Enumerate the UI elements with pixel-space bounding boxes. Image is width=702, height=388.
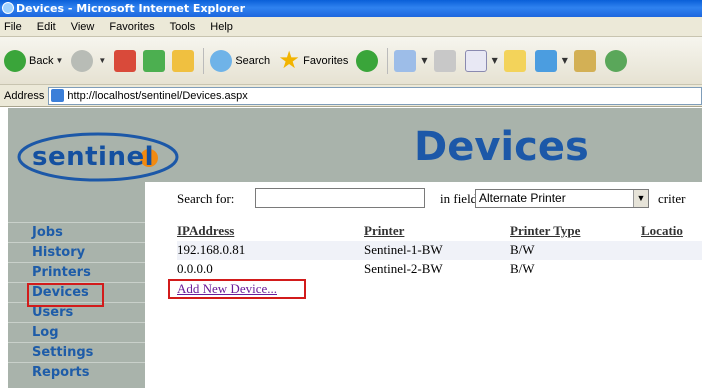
cell-ipaddress: 0.0.0.0 — [177, 261, 213, 276]
internet-explorer-icon — [2, 2, 14, 14]
search-input[interactable] — [255, 188, 425, 208]
sentinel-logo: sentinel — [16, 131, 181, 183]
menu-help[interactable]: Help — [210, 21, 233, 33]
cell-printer-type: B/W — [510, 242, 535, 257]
messenger-icon[interactable] — [534, 49, 557, 72]
column-header-location[interactable]: Locatio — [641, 223, 683, 239]
messenger-dropdown-icon[interactable]: ▼ — [562, 56, 568, 65]
menu-tools[interactable]: Tools — [170, 21, 196, 33]
sidebar-item-jobs[interactable]: Jobs — [8, 222, 145, 242]
toolbar-separator — [387, 47, 389, 74]
address-bar: Address http://localhost/sentinel/Device… — [0, 85, 702, 107]
criteria-label: criter — [658, 191, 686, 206]
edit-dropdown-icon[interactable]: ▼ — [492, 56, 498, 65]
sidebar-item-devices[interactable]: Devices — [8, 282, 145, 307]
menu-file[interactable]: File — [4, 21, 22, 33]
page-content: sentinel Devices Jobs History Printers D… — [0, 108, 702, 388]
devices-table: IPAddress Printer Printer Type Locatio 1… — [177, 222, 702, 279]
toolbar-separator — [203, 47, 205, 74]
page-icon — [51, 89, 65, 102]
address-url: http://localhost/sentinel/Devices.aspx — [67, 89, 248, 102]
add-new-device-link[interactable]: Add New Device... — [168, 279, 306, 299]
window-titlebar[interactable]: Devices - Microsoft Internet Explorer — [0, 0, 702, 17]
address-label: Address — [4, 89, 45, 102]
search-label: Search — [235, 54, 271, 67]
edit-icon[interactable] — [464, 49, 487, 72]
cell-printer-type: B/W — [510, 261, 535, 276]
menu-edit[interactable]: Edit — [37, 21, 56, 33]
sidebar-item-log[interactable]: Log — [8, 322, 145, 342]
window-title: Devices - Microsoft Internet Explorer — [16, 2, 246, 15]
menu-view[interactable]: View — [71, 21, 95, 33]
field-select-value: Alternate Printer — [479, 191, 566, 205]
column-header-ipaddress[interactable]: IPAddress — [177, 223, 234, 239]
column-header-printer[interactable]: Printer — [364, 223, 404, 239]
star-icon: ★ — [278, 46, 300, 74]
stop-icon[interactable] — [114, 49, 137, 72]
favorites-label: Favorites — [303, 54, 349, 67]
sidebar-nav: Jobs History Printers Devices Users Log … — [8, 222, 145, 382]
chevron-down-icon[interactable]: ▼ — [633, 190, 648, 207]
table-row[interactable]: 0.0.0.0 Sentinel-2-BW B/W — [177, 260, 702, 279]
field-select[interactable]: Alternate Printer ▼ — [475, 189, 649, 208]
people-icon[interactable] — [604, 49, 627, 72]
forward-button[interactable]: ▼ — [71, 49, 106, 72]
sidebar-item-reports[interactable]: Reports — [8, 362, 145, 382]
table-row[interactable]: 192.168.0.81 Sentinel-1-BW B/W — [177, 241, 702, 260]
column-header-printer-type[interactable]: Printer Type — [510, 223, 580, 239]
forward-dropdown-icon[interactable]: ▼ — [98, 56, 106, 65]
history-icon[interactable] — [356, 49, 379, 72]
sidebar-item-history[interactable]: History — [8, 242, 145, 262]
search-button[interactable]: Search — [210, 49, 271, 72]
back-dropdown-icon[interactable]: ▼ — [55, 56, 63, 65]
print-icon[interactable] — [433, 49, 456, 72]
research-icon[interactable] — [573, 49, 596, 72]
favorites-button[interactable]: ★ Favorites — [278, 46, 349, 74]
sidebar-item-settings[interactable]: Settings — [8, 342, 145, 362]
search-for-label: Search for: — [177, 191, 235, 206]
logo-text: sentinel — [32, 142, 155, 172]
back-arrow-icon — [4, 49, 26, 72]
cell-printer: Sentinel-2-BW — [364, 261, 443, 276]
cell-printer: Sentinel-1-BW — [364, 242, 443, 257]
table-header-row: IPAddress Printer Printer Type Locatio — [177, 222, 702, 241]
mail-dropdown-icon[interactable]: ▼ — [421, 56, 427, 65]
menu-bar: File Edit View Favorites Tools Help — [0, 17, 702, 37]
browser-toolbar: Back ▼ ▼ Search ★ Favorites ▼ ▼ ▼ — [0, 37, 702, 85]
discuss-icon[interactable] — [503, 49, 526, 72]
page-title: Devices — [414, 124, 589, 170]
forward-arrow-icon — [71, 49, 94, 72]
address-input[interactable]: http://localhost/sentinel/Devices.aspx — [48, 86, 702, 105]
menu-favorites[interactable]: Favorites — [109, 21, 154, 33]
back-button[interactable]: Back ▼ — [4, 49, 63, 72]
back-label: Back — [29, 54, 54, 67]
home-icon[interactable] — [172, 49, 195, 72]
search-row: Search for: in field: Alternate Printer … — [177, 188, 702, 210]
search-icon — [210, 49, 233, 72]
refresh-icon[interactable] — [143, 49, 166, 72]
sidebar-item-printers[interactable]: Printers — [8, 262, 145, 282]
cell-ipaddress: 192.168.0.81 — [177, 242, 246, 257]
mail-icon[interactable] — [394, 49, 417, 72]
